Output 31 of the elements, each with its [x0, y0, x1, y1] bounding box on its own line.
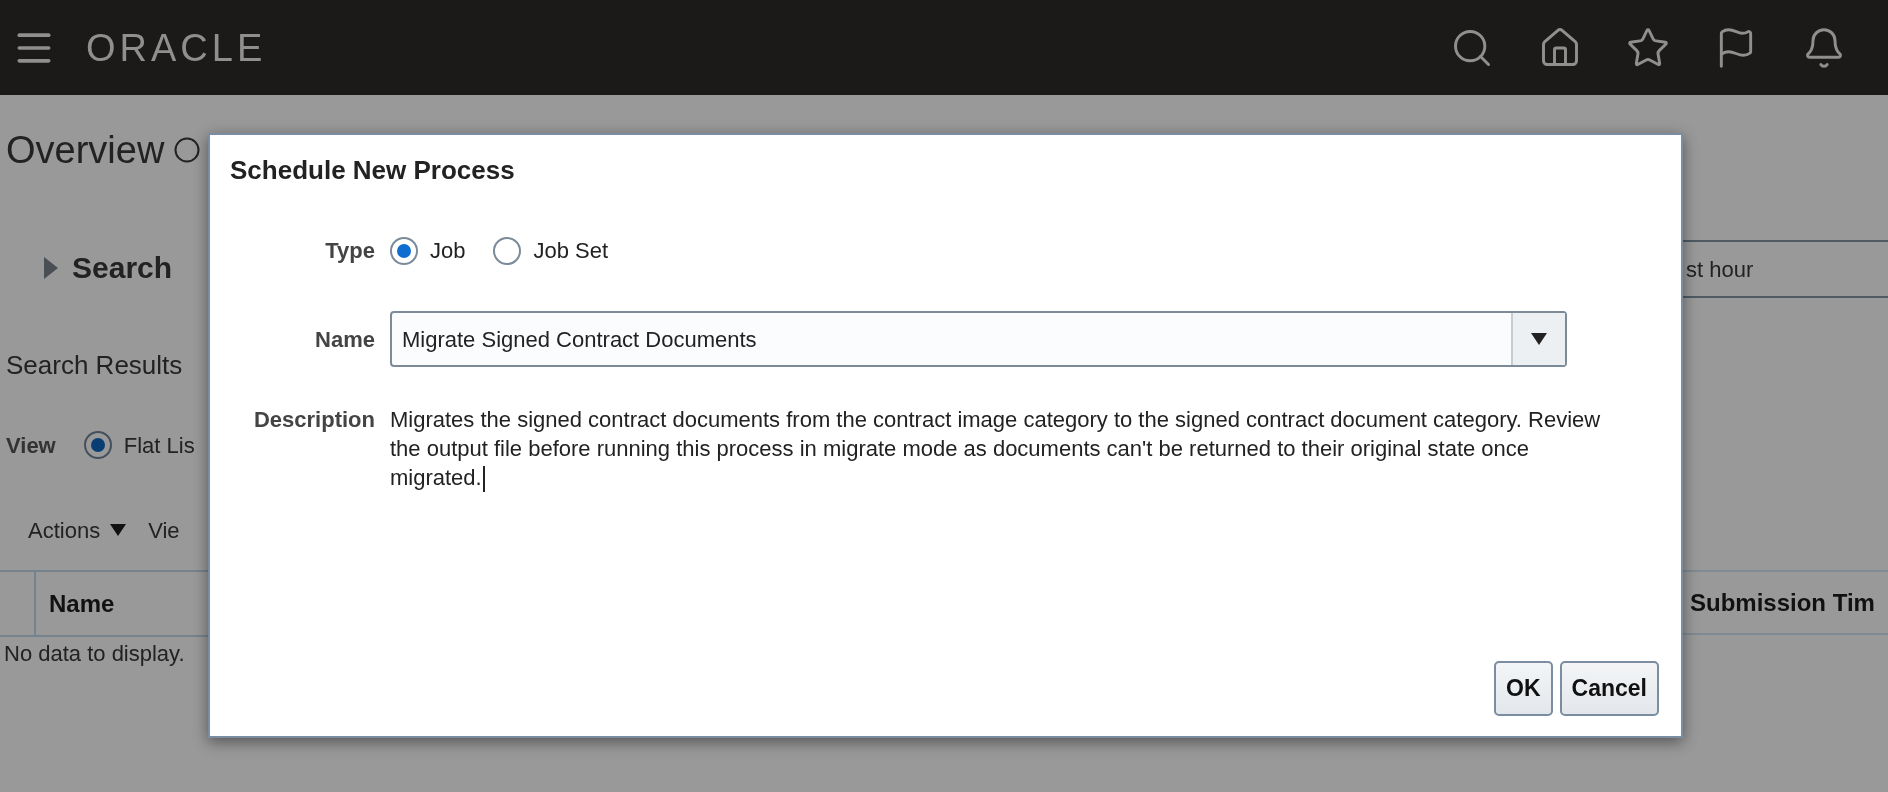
view-label: View: [6, 431, 56, 460]
text-cursor: [482, 466, 485, 493]
field-label: Type: [324, 237, 375, 265]
empty-message: No data to display.: [3, 640, 186, 668]
description-text: Migrates the signed contract documents from the contract image category to the signed contract document category. Review the output file before running this process in migrate mode as documents can't be returned to their original state once migrated.: [390, 405, 1620, 493]
radio-button[interactable]: [493, 236, 522, 265]
radio-label: Job: [430, 237, 466, 265]
combobox-value: Migrate Signed Contract Documents: [401, 325, 758, 354]
radio-label: Flat Lis: [123, 431, 195, 460]
ok-button[interactable]: OK: [1494, 661, 1553, 716]
logo: ORACLE: [86, 28, 267, 67]
name-combobox[interactable]: Migrate Signed Contract Documents: [390, 311, 1567, 367]
caret-icon: [1531, 333, 1547, 345]
dialog-title: Schedule New Process: [230, 155, 515, 185]
toolbar-item[interactable]: Vie: [148, 513, 180, 547]
radio-button[interactable]: [390, 236, 418, 265]
cancel-button[interactable]: Cancel: [1559, 661, 1659, 716]
expand-triangle-icon[interactable]: [44, 256, 58, 279]
section-heading[interactable]: Search: [72, 245, 173, 290]
field-label: Description: [252, 406, 375, 434]
caret-icon: [110, 524, 127, 536]
radio-label: Job Set: [533, 237, 609, 265]
dropdown-button[interactable]: [1511, 313, 1565, 365]
column-header: Submission Tim: [1690, 587, 1875, 618]
results-heading: Search Results: [6, 348, 183, 382]
page-title: Overview: [6, 127, 165, 173]
actions-menu[interactable]: Actions: [28, 513, 127, 547]
radio-button[interactable]: [83, 431, 112, 459]
field-label: Name: [314, 325, 375, 354]
column-header: Name: [48, 588, 115, 619]
help-icon[interactable]: [174, 137, 201, 163]
